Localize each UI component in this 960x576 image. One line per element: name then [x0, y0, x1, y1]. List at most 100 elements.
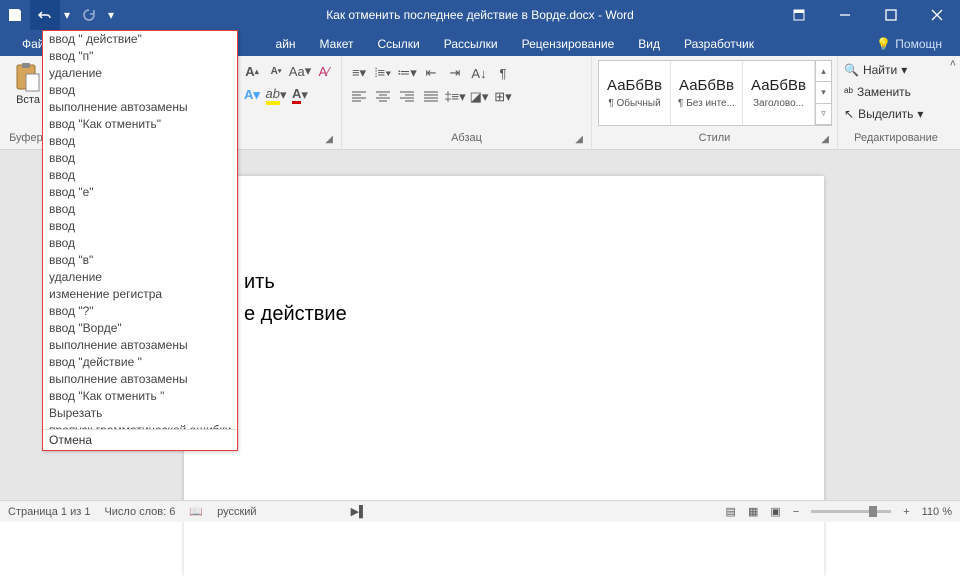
- redo-button[interactable]: [74, 0, 104, 30]
- tab-design[interactable]: айн: [264, 32, 308, 56]
- undo-history-item[interactable]: ввод: [43, 150, 237, 167]
- tab-developer[interactable]: Разработчик: [672, 32, 766, 56]
- undo-history-item[interactable]: ввод: [43, 201, 237, 218]
- collapse-ribbon-button[interactable]: ˄: [950, 58, 956, 70]
- status-bar: Страница 1 из 1 Число слов: 6 📖 русский …: [0, 500, 960, 522]
- undo-history-item[interactable]: выполнение автозамены: [43, 99, 237, 116]
- undo-history-item[interactable]: ввод: [43, 133, 237, 150]
- shading-button[interactable]: ◪▾: [468, 86, 490, 108]
- dialog-launcher-icon[interactable]: ◢: [575, 133, 583, 147]
- select-button[interactable]: ↖Выделить ▾: [844, 104, 923, 124]
- tab-view[interactable]: Вид: [626, 32, 672, 56]
- ribbon-display-options[interactable]: [776, 0, 822, 30]
- text-effects-button[interactable]: A▾: [241, 84, 263, 106]
- zoom-level[interactable]: 110 %: [922, 506, 952, 518]
- undo-history-item[interactable]: ввод " действие": [43, 31, 237, 48]
- undo-history-item[interactable]: ввод "Как отменить ": [43, 388, 237, 405]
- align-center-button[interactable]: [372, 86, 394, 108]
- font-color-button[interactable]: A▾: [289, 84, 311, 106]
- qat-customize-button[interactable]: ▾: [104, 0, 118, 30]
- undo-history-item[interactable]: ввод "Как отменить": [43, 116, 237, 133]
- zoom-in-button[interactable]: +: [903, 506, 909, 518]
- zoom-out-button[interactable]: −: [793, 506, 799, 518]
- undo-dropdown-button[interactable]: ▾: [60, 0, 74, 30]
- maximize-button[interactable]: [868, 0, 914, 30]
- window-controls: [776, 0, 960, 30]
- status-words[interactable]: Число слов: 6: [104, 506, 175, 518]
- tell-me-button[interactable]: 💡 Помощн: [868, 32, 950, 56]
- increase-indent-button[interactable]: ⇥: [444, 62, 466, 84]
- undo-button[interactable]: [30, 0, 60, 30]
- line-spacing-button[interactable]: ‡≡▾: [444, 86, 466, 108]
- view-read-mode[interactable]: ▦: [748, 505, 758, 518]
- view-print-layout[interactable]: ▤: [726, 505, 736, 518]
- styles-scroll-down[interactable]: ▾: [815, 82, 831, 103]
- undo-history-list[interactable]: ввод " действие"ввод "п"удалениевводвыпо…: [43, 31, 237, 429]
- grow-font-button[interactable]: A▴: [241, 60, 263, 82]
- undo-icon: [38, 8, 52, 22]
- undo-history-item[interactable]: ввод "Ворде": [43, 320, 237, 337]
- undo-history-item[interactable]: удаление: [43, 269, 237, 286]
- tab-review[interactable]: Рецензирование: [510, 32, 627, 56]
- show-marks-button[interactable]: ¶: [492, 62, 514, 84]
- style-heading1[interactable]: АаБбВв Заголово...: [743, 61, 815, 125]
- undo-history-item[interactable]: пропуск грамматической ошибки: [43, 422, 237, 429]
- bullets-button[interactable]: ≡▾: [348, 62, 370, 84]
- change-case-button[interactable]: Aa▾: [289, 60, 311, 82]
- align-left-button[interactable]: [348, 86, 370, 108]
- replace-button[interactable]: ᵃᵇЗаменить: [844, 82, 923, 102]
- undo-history-item[interactable]: удаление: [43, 65, 237, 82]
- undo-history-item[interactable]: ввод: [43, 82, 237, 99]
- undo-history-item[interactable]: ввод "действие ": [43, 354, 237, 371]
- numbering-button[interactable]: ⦙≡▾: [372, 62, 394, 84]
- undo-history-item[interactable]: изменение регистра: [43, 286, 237, 303]
- sort-button[interactable]: A↓: [468, 62, 490, 84]
- tab-layout[interactable]: Макет: [308, 32, 366, 56]
- align-right-button[interactable]: [396, 86, 418, 108]
- justify-button[interactable]: [420, 86, 442, 108]
- borders-button[interactable]: ⊞▾: [492, 86, 514, 108]
- tell-me-label: Помощн: [895, 37, 942, 51]
- undo-history-item[interactable]: выполнение автозамены: [43, 371, 237, 388]
- maximize-icon: [885, 9, 897, 21]
- multilevel-button[interactable]: ≔▾: [396, 62, 418, 84]
- undo-history-item[interactable]: ввод: [43, 167, 237, 184]
- redo-icon: [82, 8, 96, 22]
- undo-history-item[interactable]: ввод "в": [43, 252, 237, 269]
- status-page[interactable]: Страница 1 из 1: [8, 506, 90, 518]
- highlight-button[interactable]: ab▾: [265, 84, 287, 106]
- undo-history-item[interactable]: ввод: [43, 218, 237, 235]
- undo-history-item[interactable]: Вырезать: [43, 405, 237, 422]
- undo-history-item[interactable]: ввод "е": [43, 184, 237, 201]
- status-language[interactable]: русский: [217, 506, 256, 518]
- save-button[interactable]: [0, 0, 30, 30]
- editing-group-label: Редактирование: [844, 131, 948, 149]
- dialog-launcher-icon[interactable]: ◢: [821, 133, 829, 147]
- undo-history-item[interactable]: ввод: [43, 235, 237, 252]
- clear-formatting-button[interactable]: A⁄: [313, 60, 335, 82]
- style-normal[interactable]: АаБбВв ¶ Обычный: [599, 61, 671, 125]
- undo-history-item[interactable]: ввод "п": [43, 48, 237, 65]
- style-nospacing[interactable]: АаБбВв ¶ Без инте...: [671, 61, 743, 125]
- tab-references[interactable]: Ссылки: [366, 32, 432, 56]
- status-macros[interactable]: ▶▌: [351, 505, 367, 518]
- status-spellcheck[interactable]: 📖: [189, 505, 203, 518]
- undo-history-item[interactable]: выполнение автозамены: [43, 337, 237, 354]
- view-web-layout[interactable]: ▣: [770, 505, 780, 518]
- minimize-button[interactable]: [822, 0, 868, 30]
- zoom-slider[interactable]: [811, 510, 891, 513]
- styles-expand[interactable]: ▿: [815, 104, 831, 125]
- paragraph-group-label: Абзац◢: [348, 131, 585, 149]
- undo-menu-footer[interactable]: Отмена: [43, 429, 237, 450]
- styles-gallery[interactable]: АаБбВв ¶ Обычный АаБбВв ¶ Без инте... Аа…: [598, 60, 832, 126]
- styles-scroll-up[interactable]: ▴: [815, 61, 831, 82]
- group-editing: 🔍Найти ▾ ᵃᵇЗаменить ↖Выделить ▾ Редактир…: [838, 56, 954, 149]
- find-button[interactable]: 🔍Найти ▾: [844, 60, 923, 80]
- shrink-font-button[interactable]: A▾: [265, 60, 287, 82]
- tab-mailings[interactable]: Рассылки: [432, 32, 510, 56]
- styles-group-label: Стили◢: [598, 131, 831, 149]
- close-button[interactable]: [914, 0, 960, 30]
- decrease-indent-button[interactable]: ⇤: [420, 62, 442, 84]
- undo-history-item[interactable]: ввод "?": [43, 303, 237, 320]
- dialog-launcher-icon[interactable]: ◢: [325, 133, 333, 147]
